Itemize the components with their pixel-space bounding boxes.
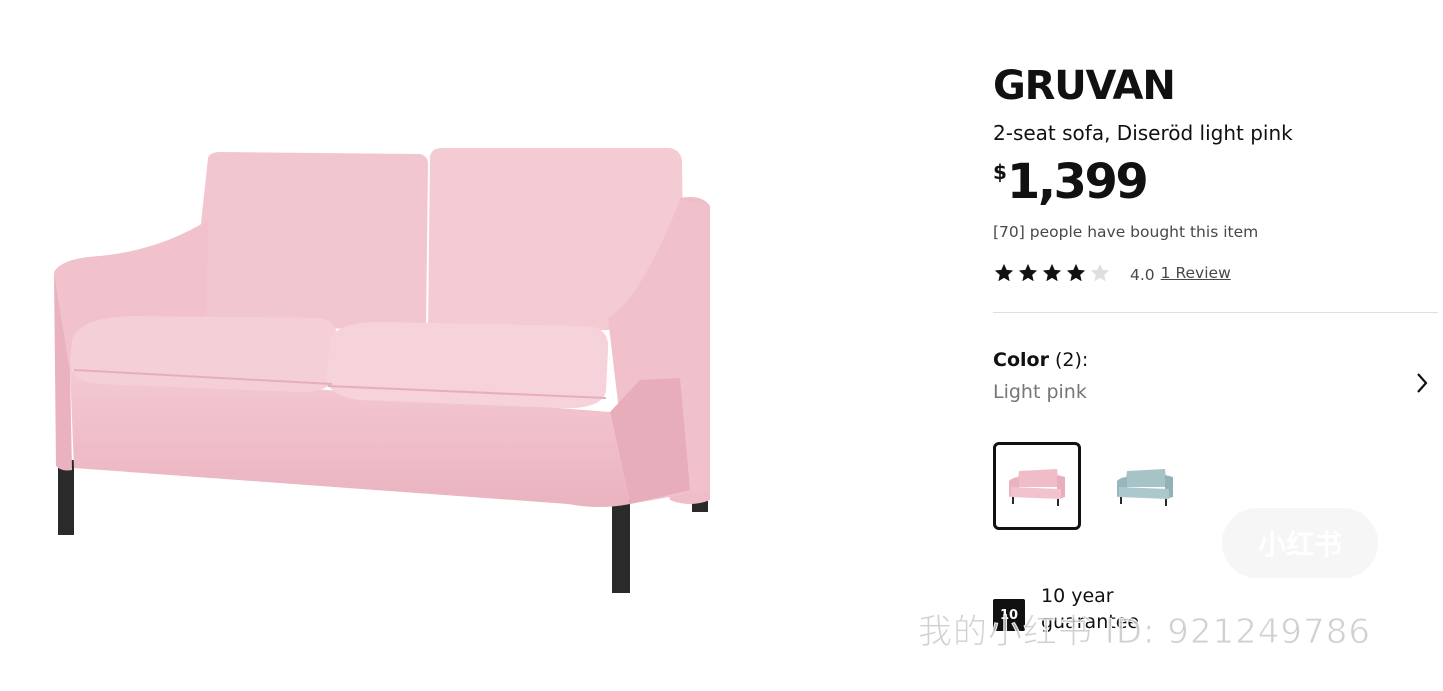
- swatch-light-blue[interactable]: [1101, 442, 1189, 530]
- star-filled-icon: [1042, 263, 1062, 282]
- light-pink-sofa-thumbnail: [1009, 469, 1065, 506]
- selected-color-name: Light pink: [993, 381, 1087, 403]
- star-filled-icon: [994, 263, 1014, 282]
- watermark-text: 我的小红书 ID: 921249786: [918, 612, 1371, 653]
- purchase-count: [70] people have bought this item: [993, 223, 1259, 241]
- star-empty-icon: [1090, 263, 1110, 282]
- color-count: (2):: [1048, 349, 1089, 371]
- star-filled-icon: [1018, 263, 1038, 282]
- product-price: $ 1,399: [993, 158, 1438, 206]
- logo-watermark: 小红书: [1222, 508, 1378, 578]
- swatch-light-pink[interactable]: [993, 442, 1081, 530]
- reviews-link[interactable]: 1 Review: [1161, 264, 1231, 282]
- product-image[interactable]: [40, 130, 730, 610]
- price-currency: $: [993, 160, 1007, 184]
- color-selector[interactable]: Color (2): Light pink: [993, 347, 1438, 407]
- rating-row: 4.0 1 Review: [993, 262, 1438, 284]
- light-blue-sofa-thumbnail: [1117, 469, 1173, 506]
- star-filled-icon: [1066, 263, 1086, 282]
- color-label: Color (2):: [993, 347, 1438, 373]
- divider: [993, 312, 1438, 313]
- product-title: GRUVAN: [993, 63, 1176, 109]
- chevron-right-icon: [1417, 373, 1428, 393]
- color-label-text: Color: [993, 349, 1049, 371]
- product-info-panel: GRUVAN 2-seat sofa, Diseröd light pink $…: [993, 60, 1438, 530]
- pink-sofa-image: [54, 148, 710, 593]
- price-amount: 1,399: [1006, 154, 1149, 210]
- rating-value: 4.0: [1130, 266, 1155, 284]
- star-rating: [993, 262, 1111, 284]
- color-swatches: [993, 442, 1438, 530]
- product-description: 2-seat sofa, Diseröd light pink: [993, 121, 1293, 145]
